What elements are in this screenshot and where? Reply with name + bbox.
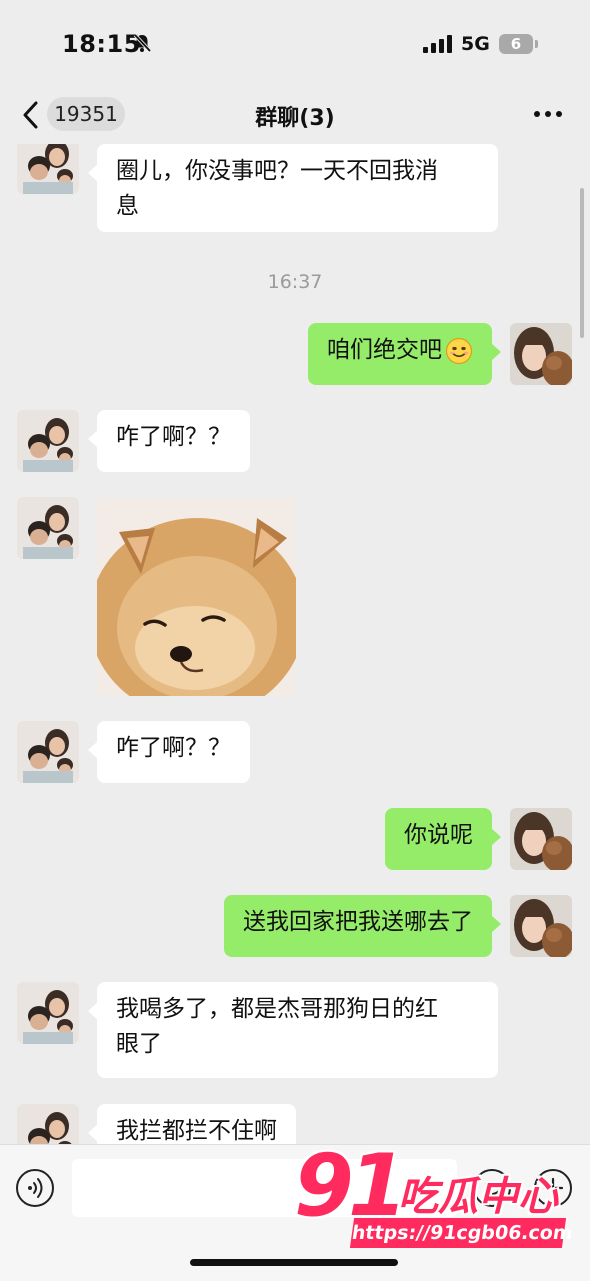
message-text: 我拦都拦不住啊 [116, 1118, 277, 1144]
my-avatar[interactable] [510, 895, 572, 957]
message-bubble-received[interactable]: 咋了啊？？ [88, 721, 250, 783]
message-bubble-received[interactable]: 圈儿，你没事吧？一天不回我消 息 [88, 144, 498, 232]
voice-input-button[interactable] [16, 1169, 54, 1207]
friend-avatar-photo [17, 1104, 79, 1144]
message-bubble-received[interactable]: 咋了啊？？ [88, 410, 250, 472]
friend-avatar[interactable] [17, 1104, 79, 1144]
network-type: 5G [461, 33, 490, 55]
friend-avatar-photo [17, 982, 79, 1044]
status-time: 18:15 [62, 30, 141, 58]
message-bubble-sent[interactable]: 你说呢 [385, 808, 501, 870]
pomeranian-dog-picture [97, 498, 296, 696]
friend-avatar[interactable] [17, 497, 79, 559]
signal-icon [423, 35, 452, 53]
friend-avatar-photo [17, 497, 79, 559]
watermark-url: https://91cgb06.com [349, 1218, 574, 1248]
message-bubble-sent[interactable]: 咱们绝交吧 [308, 323, 501, 385]
site-watermark: 91 吃瓜中心 https://91cgb06.com [290, 1136, 586, 1254]
message-bubble-sent[interactable]: 送我回家把我送哪去了 [224, 895, 501, 957]
message-bubble-received[interactable]: 我喝多了，都是杰哥那狗日的红 眼了 [88, 982, 498, 1078]
message-timestamp: 16:37 [267, 271, 323, 293]
message-text: 我喝多了，都是杰哥那狗日的红 [116, 996, 438, 1022]
dog-sticker-image[interactable] [97, 498, 296, 696]
scrollbar[interactable] [580, 188, 584, 338]
battery-indicator: 6 [499, 34, 533, 54]
my-avatar[interactable] [510, 808, 572, 870]
message-text: 眼了 [116, 1031, 162, 1057]
message-list[interactable]: 圈儿，你没事吧？一天不回我消 息 16:37 咱们绝交吧 咋了啊？？ 咋了啊？？… [0, 144, 590, 1144]
friend-avatar-photo [17, 721, 79, 783]
friend-avatar[interactable] [17, 982, 79, 1044]
my-avatar-photo [510, 895, 572, 957]
message-text: 咱们绝交吧 [327, 337, 442, 363]
my-avatar-photo [510, 808, 572, 870]
friend-avatar[interactable] [17, 721, 79, 783]
status-bar: 18:15 5G 6 [0, 0, 590, 88]
more-options-icon[interactable] [533, 110, 563, 118]
message-text: 咋了啊？？ [116, 424, 231, 450]
smile-emoji-icon [445, 337, 473, 364]
message-bubble-received[interactable]: 我拦都拦不住啊 [88, 1104, 296, 1144]
friend-avatar[interactable] [17, 410, 79, 472]
my-avatar-photo [510, 323, 572, 385]
chat-header: 19351 群聊(3) [0, 88, 590, 144]
voice-icon [28, 1178, 43, 1198]
watermark-name: 吃瓜中心 [398, 1174, 558, 1220]
message-text: 息 [116, 193, 139, 219]
friend-avatar-photo [17, 410, 79, 472]
home-indicator[interactable] [190, 1259, 398, 1266]
my-avatar[interactable] [510, 323, 572, 385]
message-text: 咋了啊？？ [116, 735, 231, 761]
message-text: 送我回家把我送哪去了 [243, 909, 473, 935]
message-text: 圈儿，你没事吧？一天不回我消 [116, 158, 438, 184]
chat-title: 群聊(3) [255, 106, 335, 131]
message-text: 你说呢 [404, 822, 473, 848]
bell-muted-icon [133, 33, 152, 53]
friend-avatar[interactable] [17, 144, 79, 194]
friend-avatar-photo [17, 144, 79, 194]
battery-tip [535, 40, 538, 48]
